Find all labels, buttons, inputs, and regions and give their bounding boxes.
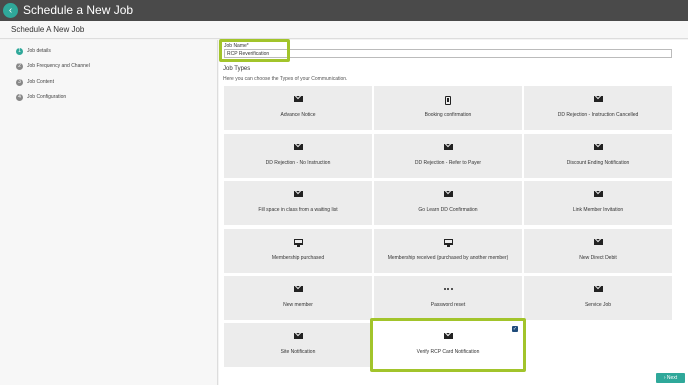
job-type-card[interactable]: Fill space in class from a waiting list	[224, 181, 372, 225]
job-type-label: Password reset	[430, 302, 466, 308]
mail-icon	[524, 191, 672, 199]
job-type-card[interactable]: Site Notification	[224, 323, 372, 367]
mail-icon	[524, 286, 672, 294]
next-button[interactable]: › Next	[656, 373, 685, 383]
mail-icon	[374, 333, 522, 341]
job-type-label: New member	[283, 302, 313, 308]
job-type-card[interactable]: Membership purchased	[224, 229, 372, 273]
chevron-left-icon[interactable]: ‹	[3, 3, 18, 18]
job-type-label: DD Rejection - No Instruction	[265, 160, 331, 166]
job-name-input[interactable]	[224, 49, 672, 58]
step-label: Job Content	[27, 79, 54, 85]
job-type-label: New Direct Debit	[579, 255, 617, 261]
job-type-card[interactable]: Membership received (purchased by anothe…	[374, 229, 522, 273]
app-title: Schedule a New Job	[23, 3, 134, 17]
step-number: 1	[16, 47, 23, 55]
mail-icon	[224, 144, 372, 152]
step-label: Job details	[27, 48, 51, 54]
checkbox-checked-icon[interactable]: ✓	[512, 326, 518, 332]
job-type-card[interactable]: Password reset	[374, 276, 522, 320]
mail-icon	[224, 191, 372, 199]
job-type-card[interactable]: Advance Notice	[224, 86, 372, 130]
step-job-frequency[interactable]: 2 Job Frequency and Channel	[16, 61, 90, 71]
step-label: Job Configuration	[27, 94, 67, 100]
job-type-label: Site Notification	[280, 349, 316, 355]
dots-icon	[374, 286, 522, 294]
page-subheader: Schedule A New Job	[0, 21, 688, 39]
job-type-label: Link Member Invitation	[572, 207, 624, 213]
job-type-card[interactable]: Link Member Invitation	[524, 181, 672, 225]
job-type-label: Membership received (purchased by anothe…	[387, 255, 509, 261]
job-type-card[interactable]: Service Job	[524, 276, 672, 320]
job-type-card[interactable]: Booking confirmation	[374, 86, 522, 130]
job-type-label: Go Learn DD Confirmation	[418, 207, 478, 213]
step-number: 3	[16, 78, 23, 86]
job-type-card[interactable]: DD Rejection - No Instruction	[224, 134, 372, 178]
mail-icon	[524, 96, 672, 104]
chevron-right-icon: ›	[663, 375, 666, 381]
job-type-card[interactable]: Go Learn DD Confirmation	[374, 181, 522, 225]
job-types-description: Here you can choose the Types of your Co…	[223, 76, 348, 82]
job-type-label: Verify RCP Card Notification	[416, 349, 480, 355]
mail-icon	[224, 96, 372, 104]
job-type-label: Discount Ending Notification	[566, 160, 630, 166]
job-type-label: Fill space in class from a waiting list	[258, 207, 338, 213]
job-type-card[interactable]: New member	[224, 276, 372, 320]
step-job-details[interactable]: 1 Job details	[16, 46, 51, 56]
job-type-card[interactable]: DD Rejection - Refer to Payer	[374, 134, 522, 178]
step-job-configuration[interactable]: 4 Job Configuration	[16, 92, 66, 102]
job-type-label: DD Rejection - Refer to Payer	[414, 160, 482, 166]
app-header: ‹ Schedule a New Job	[0, 0, 688, 21]
job-type-label: DD Rejection - Instruction Cancelled	[557, 112, 639, 118]
mail-icon	[374, 144, 522, 152]
phone-icon	[374, 96, 522, 105]
job-type-label: Advance Notice	[280, 112, 316, 118]
mail-icon	[224, 286, 372, 294]
step-number: 4	[16, 93, 23, 101]
job-type-label: Service Job	[584, 302, 612, 308]
mail-icon	[524, 144, 672, 152]
mail-icon	[374, 191, 522, 199]
mail-icon	[524, 239, 672, 247]
next-label: Next	[666, 375, 678, 381]
mail-icon	[224, 333, 372, 341]
step-label: Job Frequency and Channel	[27, 63, 90, 69]
job-types-title: Job Types	[223, 66, 251, 72]
job-type-card[interactable]: New Direct Debit	[524, 229, 672, 273]
step-number: 2	[16, 62, 23, 70]
job-type-label: Membership purchased	[271, 255, 325, 261]
job-type-card[interactable]: DD Rejection - Instruction Cancelled	[524, 86, 672, 130]
job-type-card[interactable]: Verify RCP Card Notification ✓	[374, 323, 522, 367]
job-type-label: Booking confirmation	[424, 112, 472, 118]
page-title: Schedule A New Job	[11, 25, 85, 34]
step-job-content[interactable]: 3 Job Content	[16, 77, 54, 87]
job-type-card[interactable]: Discount Ending Notification	[524, 134, 672, 178]
monitor-icon	[224, 239, 372, 247]
monitor-icon	[374, 239, 522, 247]
